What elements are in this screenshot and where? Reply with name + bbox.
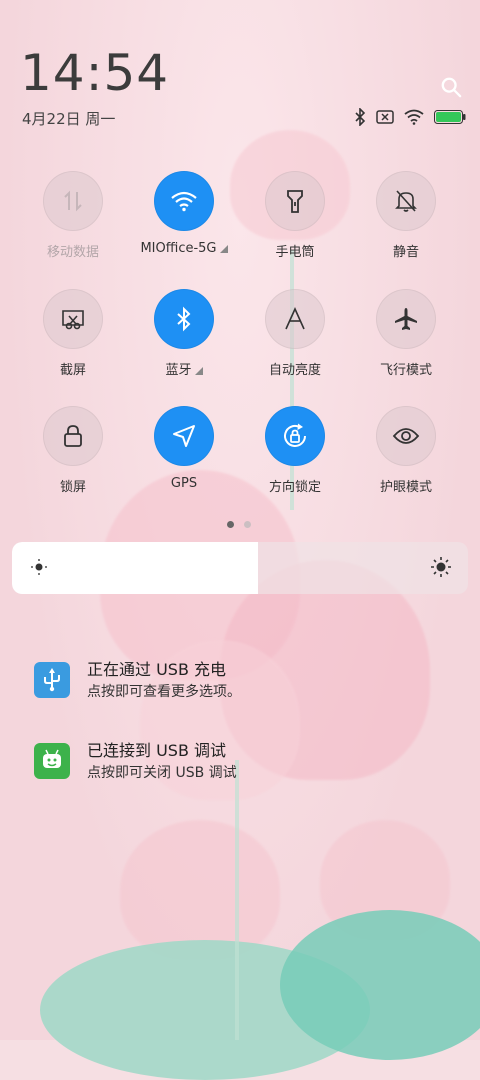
sim-disabled-icon <box>376 110 394 124</box>
brightness-fill <box>12 542 259 594</box>
brightness-slider[interactable] <box>12 542 468 594</box>
toggle-airplane[interactable]: 飞行模式 <box>356 289 456 399</box>
toggle-label-text: 自动亮度 <box>268 363 321 378</box>
toggle-button[interactable] <box>43 406 103 466</box>
mute-icon <box>394 188 418 214</box>
toggle-label-text: GPS <box>170 476 198 491</box>
toggle-label: 手电筒 <box>245 241 345 260</box>
notification-usb-charging[interactable]: 正在通过 USB 充电 点按即可查看更多选项。 <box>32 652 452 712</box>
toggle-label: 飞行模式 <box>356 359 456 378</box>
screenshot-icon <box>60 306 86 332</box>
toggle-button[interactable] <box>376 406 436 466</box>
toggle-label: 方向锁定 <box>245 476 345 495</box>
toggle-lock[interactable]: 锁屏 <box>23 406 123 516</box>
wifi-icon <box>404 109 424 125</box>
toggle-mute[interactable]: 静音 <box>356 171 456 281</box>
toggle-button[interactable] <box>376 171 436 231</box>
toggle-auto-brightness[interactable]: 自动亮度 <box>245 289 345 399</box>
toggle-button[interactable] <box>265 406 325 466</box>
notification-subtitle: 点按即可关闭 USB 调试 <box>87 765 237 781</box>
brightness-low-icon <box>31 559 47 575</box>
page-indicator <box>227 521 251 528</box>
toggle-wifi[interactable]: MIOffice-5G <box>134 171 234 281</box>
toggle-rotation-lock[interactable]: 方向锁定 <box>245 406 345 516</box>
gps-icon <box>171 423 197 449</box>
flashlight-icon <box>283 187 307 215</box>
clock[interactable]: 14:54 <box>20 44 169 102</box>
mobile-data-icon <box>60 188 86 214</box>
toggle-eye[interactable]: 护眼模式 <box>356 406 456 516</box>
brightness-high-icon <box>431 557 451 577</box>
toggle-button[interactable] <box>265 171 325 231</box>
toggle-label-text: 飞行模式 <box>379 363 432 378</box>
toggle-label: MIOffice-5G <box>134 241 234 256</box>
toggle-label: 蓝牙 <box>134 359 234 378</box>
toggle-label-text: 截屏 <box>59 363 86 378</box>
toggle-label-text: 静音 <box>392 245 419 260</box>
expand-indicator-icon[interactable] <box>219 244 228 253</box>
toggle-button[interactable] <box>265 289 325 349</box>
notification-title: 正在通过 USB 充电 <box>87 660 227 679</box>
toggle-label-text: 护眼模式 <box>379 480 432 495</box>
toggle-label-text: 移动数据 <box>46 245 99 260</box>
date[interactable]: 4月22日 周一 <box>22 108 115 129</box>
notification-subtitle: 点按即可查看更多选项。 <box>87 684 241 700</box>
status-bar <box>354 106 466 128</box>
toggle-label: 护眼模式 <box>356 476 456 495</box>
toggle-flashlight[interactable]: 手电筒 <box>245 171 345 281</box>
battery-icon <box>434 110 466 124</box>
toggle-label-text: 手电筒 <box>275 245 315 260</box>
toggle-gps[interactable]: GPS <box>134 406 234 516</box>
search-icon[interactable] <box>440 76 462 98</box>
toggle-label: 移动数据 <box>23 241 123 260</box>
toggle-mobile-data[interactable]: 移动数据 <box>23 171 123 281</box>
notification-usb-debugging[interactable]: 已连接到 USB 调试 点按即可关闭 USB 调试 <box>32 733 452 793</box>
toggle-button[interactable] <box>154 406 214 466</box>
android-icon <box>34 743 70 779</box>
wifi-icon <box>170 190 198 212</box>
usb-icon <box>34 662 70 698</box>
bluetooth-icon <box>355 108 366 126</box>
page-dot <box>244 521 251 528</box>
toggle-label-text: 蓝牙 <box>165 363 192 378</box>
eye-icon <box>392 426 420 446</box>
expand-indicator-icon[interactable] <box>194 366 203 375</box>
toggle-button[interactable] <box>154 171 214 231</box>
toggle-bluetooth[interactable]: 蓝牙 <box>134 289 234 399</box>
lock-icon <box>62 423 84 449</box>
toggle-label-text: MIOffice-5G <box>140 241 217 256</box>
bluetooth-icon <box>175 306 193 332</box>
toggle-button[interactable] <box>43 171 103 231</box>
toggle-label: 截屏 <box>23 359 123 378</box>
toggle-label-text: 锁屏 <box>59 480 86 495</box>
toggle-label: 锁屏 <box>23 476 123 495</box>
airplane-icon <box>393 306 419 332</box>
toggle-label: 自动亮度 <box>245 359 345 378</box>
notification-title: 已连接到 USB 调试 <box>87 741 227 760</box>
wallpaper <box>0 0 480 1080</box>
page-dot-active <box>227 521 234 528</box>
toggle-label: GPS <box>134 476 234 491</box>
rotation-lock-icon <box>281 422 309 450</box>
toggle-label: 静音 <box>356 241 456 260</box>
toggle-button[interactable] <box>43 289 103 349</box>
toggle-button[interactable] <box>376 289 436 349</box>
toggle-button[interactable] <box>154 289 214 349</box>
toggle-screenshot[interactable]: 截屏 <box>23 289 123 399</box>
auto-brightness-icon <box>282 306 308 332</box>
toggle-label-text: 方向锁定 <box>268 480 321 495</box>
